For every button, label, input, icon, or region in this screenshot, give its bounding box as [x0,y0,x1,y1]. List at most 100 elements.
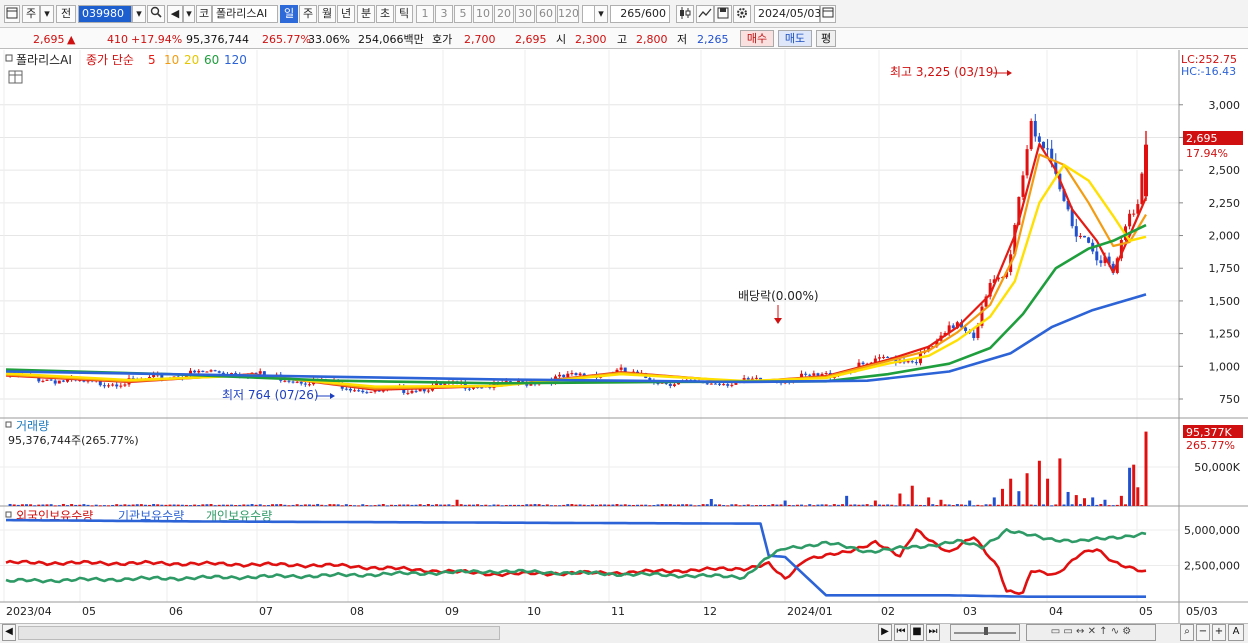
period-second-button[interactable]: 초 [376,5,394,23]
volume-bar [656,504,660,506]
volume-bar [1021,504,1025,506]
count-display[interactable]: 265/600 [610,5,670,23]
evaluate-button[interactable]: 평 [816,30,836,47]
volume-bar [599,504,603,506]
volume-bar [217,504,221,506]
interval-3-button[interactable]: 3 [435,5,453,23]
candle-body [1025,149,1029,176]
zoom-out-icon[interactable]: − [1196,624,1210,641]
volume-summary: 95,376,744주(265.77%) [8,434,139,447]
rewind-icon[interactable]: ⏮ [894,624,908,641]
price-tick-label: 2,250 [1209,197,1241,210]
volume-bar [8,503,12,506]
sell-button[interactable]: 매도 [778,30,812,47]
interval-10-button[interactable]: 10 [473,5,493,23]
volume-bar [644,504,648,506]
speaker-dropdown-icon[interactable]: ▾ [183,5,195,23]
volume-bar [467,504,471,506]
code-input[interactable]: 039980 [78,5,132,23]
candle-body [61,380,65,382]
candle-body [1074,226,1078,237]
period-week-button[interactable]: 주 [299,5,317,23]
draw-tool-icon[interactable] [696,5,714,23]
holdings-line-0 [5,528,1147,595]
settings-gear-icon[interactable] [733,5,751,23]
interval-20-button[interactable]: 20 [494,5,514,23]
volume-bar [250,504,254,506]
chart-tool-icons[interactable]: ▭ ▭ ↔ ✕ ↑ ∿ ⚙ [1026,624,1156,641]
volume-bar [812,505,816,507]
interval-60-button[interactable]: 60 [536,5,556,23]
candle-body [303,383,307,385]
candle-body [107,385,111,387]
volume-bar [791,505,795,507]
fast-forward-icon[interactable]: ⏭ [926,624,940,641]
interval-1-button[interactable]: 1 [416,5,434,23]
candle-type-icon[interactable] [676,5,694,23]
volume-bar [853,504,857,506]
auto-scale-icon[interactable]: A [1228,624,1244,641]
holdings-line-1 [6,518,1146,598]
volume-bar [348,504,352,506]
period-tick-button[interactable]: 틱 [395,5,413,23]
legend-stock-name: 폴라리스AI [16,53,72,67]
code-dropdown-icon[interactable]: ▾ [132,5,146,23]
save-icon[interactable] [714,5,732,23]
turnover-pct: 33.06% [308,33,350,46]
volume-bar [107,505,111,507]
stock-name[interactable]: 폴라리스AI [212,5,278,23]
zoom-in-icon[interactable]: + [1212,624,1226,641]
market-select[interactable]: 전 [56,5,76,23]
scroll-track[interactable] [18,626,500,640]
price-tick-label: 750 [1219,393,1240,406]
volume-bar [279,504,283,506]
volume-bar [828,505,832,507]
volume-bar [763,504,767,506]
date-input[interactable]: 2024/05/03 [754,5,821,23]
candle-body [824,372,828,374]
volume-bar [681,504,685,506]
period-day-button[interactable]: 일 [280,5,298,23]
zoom-slider[interactable] [950,624,1020,641]
period-minute-button[interactable]: 분 [357,5,375,23]
buy-button[interactable]: 매수 [740,30,774,47]
candle-body [718,383,722,385]
volume-bar [1119,495,1123,506]
search-icon[interactable] [147,5,165,23]
interval-120-button[interactable]: 120 [557,5,579,23]
interval-dropdown-icon[interactable]: ▾ [594,5,608,23]
stop-icon[interactable]: ■ [910,624,924,641]
volume-bar [435,504,439,506]
zoom-search-icon[interactable]: ⌕ [1180,624,1194,641]
stock-chart[interactable]: 폴라리스AI 종가 단순 5 10 20 60 120 LC:252.75 HC… [0,50,1248,624]
calendar-icon[interactable] [820,5,836,23]
volume-bar [287,505,291,507]
volume-bar [283,504,287,506]
candle-body [709,383,713,385]
volume-bar [443,504,447,506]
candle-body [287,380,291,382]
market-tag: 코 [196,5,212,23]
count-value: 265 [620,7,642,20]
volume-bar [664,504,668,506]
interval-5-button[interactable]: 5 [454,5,472,23]
interval-30-button[interactable]: 30 [515,5,535,23]
layout-icon[interactable] [4,5,20,23]
up-arrow-icon: ▲ [67,33,76,46]
volume-bar [787,504,791,506]
scroll-left-icon[interactable]: ◀ [2,624,16,641]
scroll-right-icon[interactable]: ▶ [878,624,892,641]
candle-body [119,385,123,387]
code-type-select[interactable]: 주 [22,5,40,23]
volume-bar [918,504,922,506]
period-year-button[interactable]: 년 [337,5,355,23]
volume-bar [537,504,541,506]
volume-bar [734,504,738,506]
code-type-dropdown-icon[interactable]: ▾ [40,5,54,23]
candle-body [291,381,295,383]
candle-body [410,390,414,393]
speaker-icon[interactable]: ◀ [167,5,183,23]
period-month-button[interactable]: 월 [318,5,336,23]
volume-bar [549,505,553,507]
holdings-tick-label: 2,500,000 [1184,560,1240,573]
